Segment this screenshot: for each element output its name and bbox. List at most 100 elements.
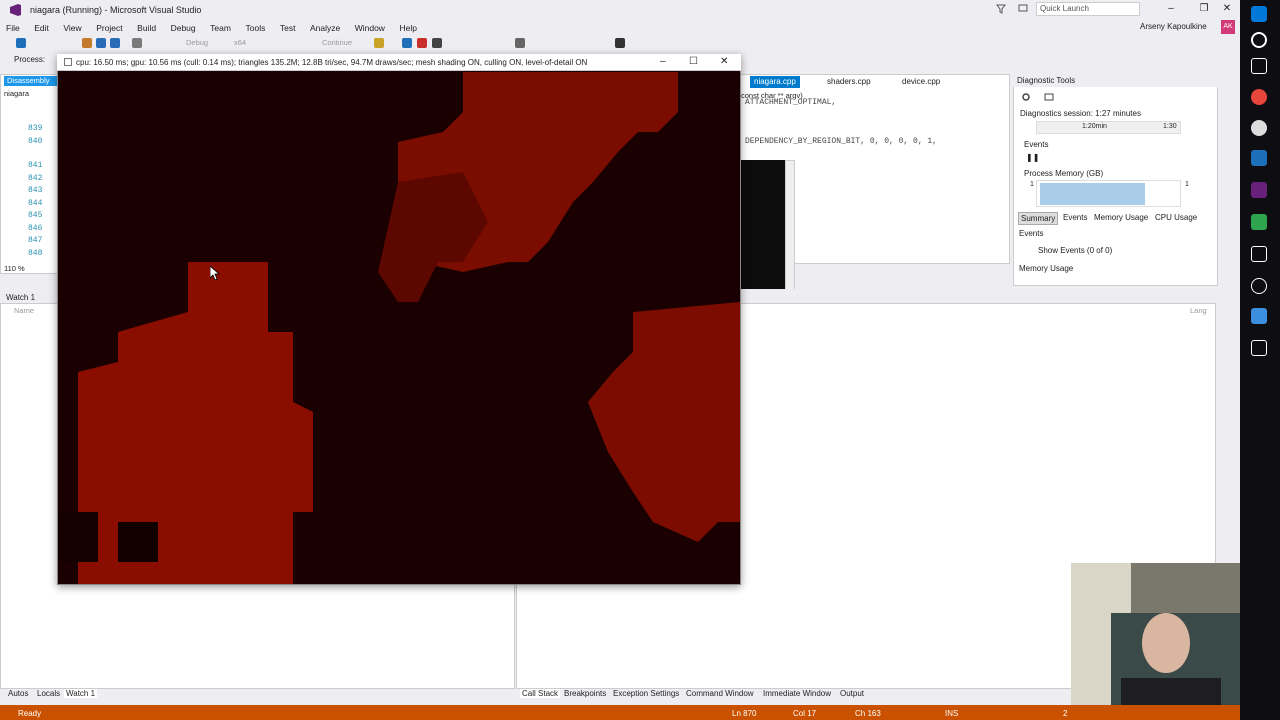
zoom-dropdown[interactable]: 110 %: [4, 264, 25, 273]
render-stats-title: cpu: 16.50 ms; gpu: 10.56 ms (cull: 0.14…: [76, 58, 588, 67]
menu-project[interactable]: Project: [96, 23, 122, 33]
tab-exception-settings[interactable]: Exception Settings: [611, 689, 681, 698]
back-icon[interactable]: [16, 38, 26, 48]
tab-immediate-window[interactable]: Immediate Window: [761, 689, 833, 698]
restart-icon[interactable]: [432, 38, 442, 48]
memory-graph-fill: [1040, 183, 1145, 205]
line-number: 842: [28, 174, 43, 183]
menu-analyze[interactable]: Analyze: [310, 23, 340, 33]
menu-test[interactable]: Test: [280, 23, 296, 33]
tab-breakpoints[interactable]: Breakpoints: [562, 689, 608, 698]
menu-help[interactable]: Help: [399, 23, 416, 33]
events-track-label[interactable]: Events: [1024, 140, 1048, 149]
start-icon[interactable]: [1251, 6, 1267, 22]
status-ch: Ch 163: [855, 709, 881, 718]
tab-niagara-cpp[interactable]: niagara.cpp: [750, 76, 800, 88]
code-line: ATTACHMENT_OPTIMAL,: [745, 98, 837, 107]
status-mode: INS: [945, 709, 959, 718]
status-bar: Ready Ln 870 Col 17 Ch 163 INS 2: [0, 705, 1240, 720]
diagnostics-session: Diagnostics session: 1:27 minutes: [1020, 109, 1141, 118]
code-line: DEPENDENCY_BY_REGION_BIT, 0, 0, 0, 0, 1,: [745, 137, 938, 146]
tab-call-stack[interactable]: Call Stack: [520, 689, 561, 698]
step-icon[interactable]: [515, 38, 525, 48]
platform-dropdown[interactable]: x64: [234, 38, 246, 47]
watch-column-name[interactable]: Name: [14, 306, 34, 315]
menu-file[interactable]: File: [6, 23, 20, 33]
app-icon[interactable]: [1251, 340, 1267, 356]
memory-axis-max: 1: [1030, 181, 1034, 188]
app-icon[interactable]: [1251, 308, 1267, 324]
tab-command-window[interactable]: Command Window: [684, 689, 756, 698]
continue-button[interactable]: Continue: [322, 38, 352, 47]
feedback-icon[interactable]: [1018, 4, 1028, 14]
render-maximize-icon[interactable]: ☐: [689, 56, 698, 67]
menu-window[interactable]: Window: [355, 23, 385, 33]
tab-summary[interactable]: Summary: [1018, 212, 1059, 225]
avatar[interactable]: AK: [1221, 20, 1235, 34]
menu-view[interactable]: View: [63, 23, 81, 33]
undo-icon[interactable]: [132, 38, 142, 48]
app-icon[interactable]: [1251, 214, 1267, 230]
render-minimize-icon[interactable]: –: [660, 56, 666, 67]
window-title: niagara (Running) - Microsoft Visual Stu…: [30, 5, 202, 15]
tab-memory-usage[interactable]: Memory Usage: [1092, 212, 1150, 223]
chrome-icon[interactable]: [1251, 89, 1267, 105]
menu-tools[interactable]: Tools: [245, 23, 265, 33]
config-dropdown[interactable]: Debug: [186, 38, 208, 47]
app-icon[interactable]: [1251, 278, 1267, 294]
tab-shaders-cpp[interactable]: shaders.cpp: [823, 76, 875, 88]
user-name[interactable]: Arseny Kapoulkine: [1140, 22, 1207, 31]
tab-disassembly[interactable]: Disassembly: [4, 76, 58, 86]
render-canvas[interactable]: [58, 72, 740, 584]
task-view-icon[interactable]: [1251, 58, 1267, 74]
tab-cpu-usage[interactable]: CPU Usage: [1153, 212, 1199, 223]
tab-device-cpp[interactable]: device.cpp: [898, 76, 944, 88]
dark-meshlet: [58, 512, 98, 562]
events-header: Events: [1019, 229, 1044, 238]
settings-gear-icon[interactable]: [1021, 92, 1031, 102]
visual-studio-icon[interactable]: [1251, 182, 1267, 198]
stop-icon[interactable]: [417, 38, 427, 48]
line-number: 839: [28, 124, 43, 133]
menu-team[interactable]: Team: [210, 23, 231, 33]
maximize-icon[interactable]: ❐: [1195, 3, 1213, 14]
line-number: 848: [28, 249, 43, 258]
show-events-link[interactable]: Show Events (0 of 0): [1038, 246, 1112, 255]
line-number: 845: [28, 211, 43, 220]
tab-events[interactable]: Events: [1061, 212, 1089, 223]
filter-icon[interactable]: [996, 4, 1006, 14]
app-icon[interactable]: [1251, 150, 1267, 166]
dark-meshlet: [118, 522, 158, 562]
quick-launch-input[interactable]: Quick Launch: [1036, 2, 1140, 16]
timeline-tick: 1:20min: [1082, 123, 1107, 130]
hot-reload-icon[interactable]: [374, 38, 384, 48]
tab-autos[interactable]: Autos: [6, 689, 30, 698]
mouse-cursor-icon: [210, 266, 220, 281]
new-project-icon[interactable]: [82, 38, 92, 48]
app-icon[interactable]: [1251, 246, 1267, 262]
save-all-icon[interactable]: [110, 38, 120, 48]
process-memory-label[interactable]: Process Memory (GB): [1024, 169, 1103, 178]
minimize-icon[interactable]: –: [1162, 3, 1180, 14]
menu-debug[interactable]: Debug: [171, 23, 196, 33]
timeline-ruler[interactable]: [1036, 121, 1181, 134]
browser-icon[interactable]: [1251, 120, 1267, 136]
notification-count[interactable]: 2: [1063, 709, 1067, 718]
line-number: 844: [28, 199, 43, 208]
tab-watch-1[interactable]: Watch 1: [64, 689, 98, 698]
tab-output[interactable]: Output: [838, 689, 866, 698]
menu-edit[interactable]: Edit: [34, 23, 49, 33]
bookmark-icon[interactable]: [615, 38, 625, 48]
close-icon[interactable]: ✕: [1218, 3, 1236, 14]
file-dropdown[interactable]: niagara: [4, 89, 29, 98]
watch-column-lang[interactable]: Lang: [1190, 306, 1207, 315]
export-icon[interactable]: [1044, 92, 1054, 102]
menu-build[interactable]: Build: [137, 23, 156, 33]
render-close-icon[interactable]: ✕: [720, 56, 728, 67]
save-icon[interactable]: [96, 38, 106, 48]
tab-locals[interactable]: Locals: [35, 689, 62, 698]
line-number: 846: [28, 224, 43, 233]
visual-studio-logo-icon: [10, 4, 21, 16]
cortana-icon[interactable]: [1251, 32, 1267, 48]
pause-icon[interactable]: [402, 38, 412, 48]
